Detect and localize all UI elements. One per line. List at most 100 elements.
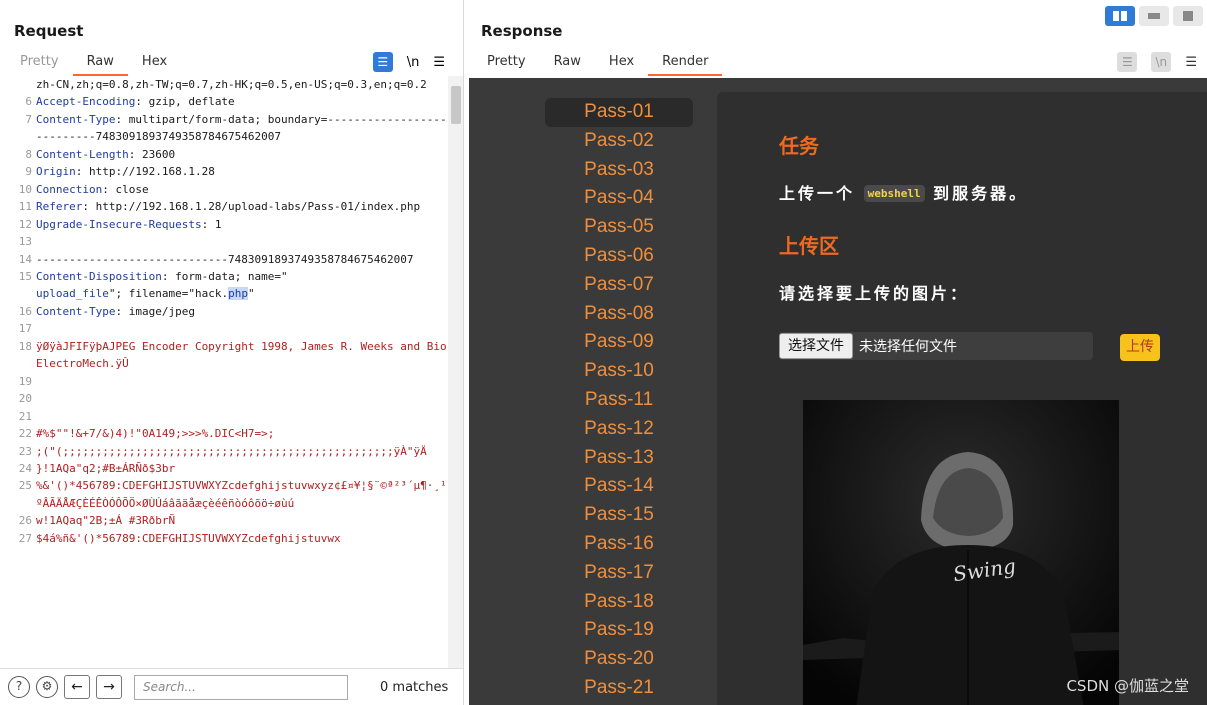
header-value: -----------------------------74830918937… (36, 252, 414, 266)
line-number: 24 (18, 461, 32, 475)
line-number: 11 (18, 200, 32, 214)
line-number: 20 (18, 392, 32, 406)
line-text: Connection: close (36, 181, 448, 198)
header-key: Content-Disposition (36, 269, 162, 283)
code-line: 18 ÿØÿàJFIFÿþAJPEG Encoder Copyright 1998… (0, 338, 448, 373)
request-tabs: Pretty Raw Hex (6, 52, 181, 76)
line-text: Accept-Encoding: gzip, deflate (36, 93, 448, 110)
code-line: 12 Upgrade-Insecure-Requests: 1 (0, 216, 448, 233)
choose-file-button[interactable]: 选择文件 (779, 333, 853, 359)
header-key: Content-Length (36, 147, 129, 161)
uploaded-image: Swing (803, 400, 1119, 705)
header-key: upload_file (36, 287, 109, 301)
request-editor[interactable]: zh-CN,zh;q=0.8,zh-TW;q=0.7,zh-HK;q=0.5,e… (0, 76, 448, 668)
menu-item-pass[interactable]: Pass-14 (545, 472, 693, 501)
menu-item-pass[interactable]: Pass-08 (545, 300, 693, 329)
code-line: 10 Connection: close (0, 181, 448, 198)
header-key: Referer (36, 200, 83, 214)
tab-pretty[interactable]: Pretty (473, 52, 540, 76)
menu-item-pass[interactable]: Pass-12 (545, 415, 693, 444)
header-value: : 23600 (128, 147, 176, 161)
search-input[interactable]: Search... (134, 674, 348, 700)
line-text (36, 408, 448, 425)
line-text: -----------------------------74830918937… (36, 251, 448, 268)
single-view-icon[interactable] (1173, 6, 1203, 26)
menu-item-pass[interactable]: Pass-20 (545, 645, 693, 674)
word-wrap-icon[interactable]: ☰ (1117, 52, 1138, 72)
menu-item-pass[interactable]: Pass-05 (545, 213, 693, 242)
line-text: Content-Type: image/jpeg (36, 303, 448, 320)
next-arrow-icon[interactable]: → (96, 675, 122, 699)
file-status: 未选择任何文件 (859, 339, 957, 355)
line-number: 23 (18, 444, 32, 458)
header-key: Content-Type (36, 112, 116, 126)
newline-toggle[interactable]: \n (1151, 52, 1172, 72)
line-text: ÿØÿàJFIFÿþAJPEG Encoder Copyright 1998, … (36, 338, 448, 373)
header-value: : http://192.168.1.28/upload-labs/Pass-0… (82, 200, 421, 214)
line-text: Content-Disposition: form-data; name=" (36, 268, 448, 285)
menu-item-pass[interactable]: Pass-01 (545, 98, 693, 127)
stacked-view-icon[interactable] (1139, 6, 1169, 26)
line-text: w!1AQaq"2B;±Á #3RðbrÑ (36, 512, 448, 529)
line-number: 26 (18, 514, 32, 528)
binary-data: w!1AQaq"2B;±Á #3RðbrÑ (36, 514, 176, 528)
menu-item-pass[interactable]: Pass-18 (545, 588, 693, 617)
help-icon[interactable]: ? (8, 676, 30, 698)
binary-data: ÿØÿàJFIFÿþAJPEG Encoder Copyright 1998, … (36, 339, 447, 371)
tab-hex[interactable]: Hex (595, 52, 648, 76)
line-text: }!1AQa"q2;#B±ÁRÑð$3br (36, 460, 448, 477)
menu-item-pass[interactable]: Pass-06 (545, 242, 693, 271)
menu-item-pass[interactable]: Pass-16 (545, 530, 693, 559)
code-line: zh-CN,zh;q=0.8,zh-TW;q=0.7,zh-HK;q=0.5,e… (0, 76, 448, 93)
line-text (36, 390, 448, 407)
menu-icon[interactable]: ☰ (433, 55, 445, 70)
menu-item-pass[interactable]: Pass-02 (545, 127, 693, 156)
newline-toggle[interactable]: \n (407, 55, 420, 70)
split-view-icon[interactable] (1105, 6, 1135, 26)
line-number: 27 (18, 531, 32, 545)
menu-item-pass[interactable]: Pass-15 (545, 501, 693, 530)
prev-arrow-icon[interactable]: ← (64, 675, 90, 699)
menu-item-pass[interactable]: Pass-10 (545, 357, 693, 386)
menu-item-pass[interactable]: Pass-19 (545, 616, 693, 645)
menu-item-pass[interactable]: Pass-04 (545, 184, 693, 213)
line-text: upload_file"; filename="hack.php" (36, 285, 448, 302)
tab-hex[interactable]: Hex (128, 52, 181, 76)
code-line: 16 Content-Type: image/jpeg (0, 303, 448, 320)
response-pane: Response Pretty Raw Hex Render ☰ \n ☰ Pa… (465, 0, 1207, 705)
binary-data: %&'()*456789:CDEFGHIJSTUVWXYZcdefghijstu… (36, 479, 447, 510)
menu-item-pass[interactable]: Pass-07 (545, 271, 693, 300)
menu-icon[interactable]: ☰ (1185, 55, 1197, 70)
tab-raw[interactable]: Raw (540, 52, 595, 76)
line-text: zh-CN,zh;q=0.8,zh-TW;q=0.7,zh-HK;q=0.5,e… (36, 76, 448, 93)
line-number: 19 (18, 374, 32, 388)
code-line: 7 Content-Type: multipart/form-data; boun… (0, 111, 448, 146)
tab-pretty[interactable]: Pretty (6, 52, 73, 76)
code-line: 14 -----------------------------748309189… (0, 251, 448, 268)
menu-item-pass[interactable]: Pass-13 (545, 444, 693, 473)
tab-render[interactable]: Render (648, 52, 723, 76)
menu-item-pass[interactable]: Pass-03 (545, 156, 693, 185)
code-line: 17 (0, 320, 448, 337)
upload-button[interactable]: 上传 (1120, 334, 1160, 361)
line-text: ;("(;;;;;;;;;;;;;;;;;;;;;;;;;;;;;;;;;;;;… (36, 443, 448, 460)
menu-item-pass[interactable]: Pass-21 (545, 674, 693, 703)
match-count: 0 matches (380, 679, 449, 695)
code-line: 19 (0, 373, 448, 390)
menu-item-pass[interactable]: Pass-11 (545, 386, 693, 415)
hoodie-figure-image (803, 400, 1119, 705)
scrollbar[interactable] (448, 76, 463, 668)
line-number: 13 (18, 235, 32, 249)
settings-gear-icon[interactable]: ⚙ (36, 676, 58, 698)
line-number: 15 (18, 269, 32, 283)
response-tabs: Pretty Raw Hex Render (473, 52, 723, 76)
scrollbar-thumb[interactable] (451, 86, 461, 124)
code-line: 24 }!1AQa"q2;#B±ÁRÑð$3br (0, 460, 448, 477)
header-value: "; filename="hack.php" (108, 287, 255, 301)
menu-item-pass[interactable]: Pass-09 (545, 328, 693, 357)
tab-raw[interactable]: Raw (72, 52, 128, 76)
word-wrap-icon[interactable]: ☰ (372, 52, 393, 72)
request-pane: Request Pretty Raw Hex ☰ \n ☰ zh-CN,zh;q… (0, 0, 464, 705)
menu-item-pass[interactable]: Pass-17 (545, 559, 693, 588)
file-input[interactable]: 选择文件 未选择任何文件 (779, 332, 1093, 360)
